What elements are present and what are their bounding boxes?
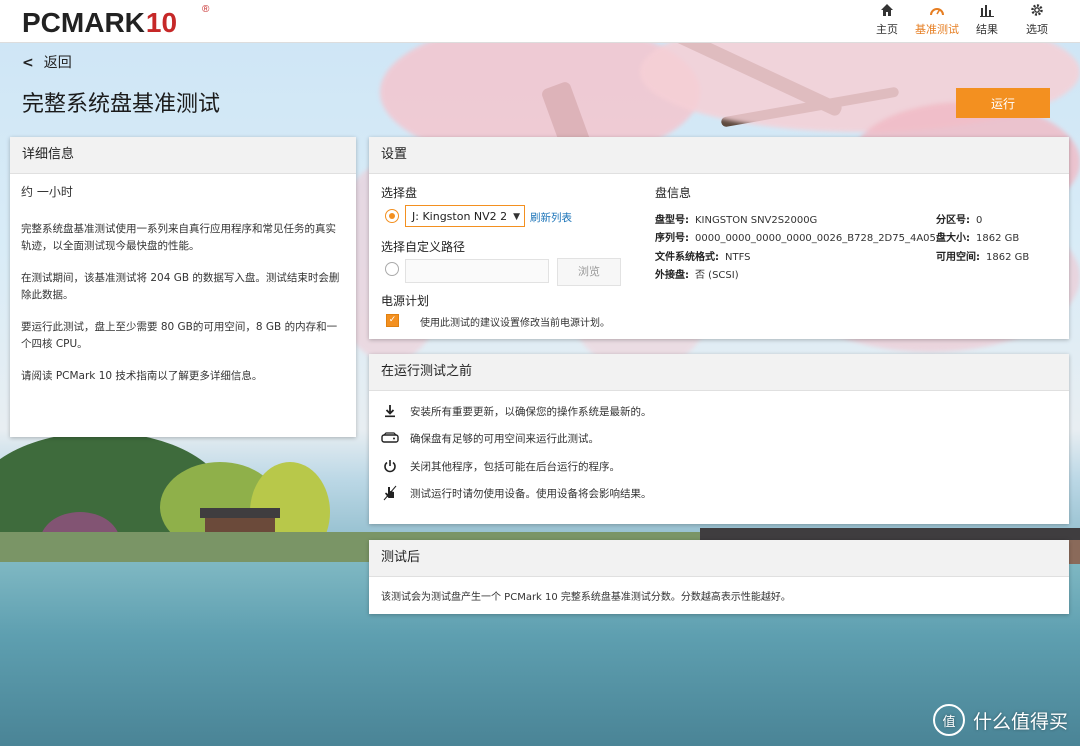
disk-size: 盘大小: 1862 GB [936,233,1020,244]
home-icon [862,2,912,22]
after-test-panel: 测试后 该测试会为测试盘产生一个 PCMark 10 完整系统盘基准测试分数。分… [369,540,1069,614]
select-drive-label: 选择盘 [381,186,418,200]
gear-icon [1012,2,1062,22]
bar-chart-icon [962,2,1012,22]
before-test-panel: 在运行测试之前 安装所有重要更新，以确保您的操作系统是最新的。 确保盘有足够的可… [369,354,1069,524]
custom-path-label: 选择自定义路径 [381,240,466,254]
after-test-heading: 测试后 [369,540,1069,577]
chevron-down-icon: ▼ [513,212,520,222]
drive-icon [381,429,399,447]
power-icon [381,457,399,475]
tip-text: 测试运行时请勿使用设备。使用设备将会影响结果。 [410,487,652,500]
run-button[interactable]: 运行 [956,88,1050,118]
disk-external: 外接盘: 否 (SCSI) [655,270,739,281]
no-touch-icon [381,484,399,502]
nav-home[interactable]: 主页 [862,2,912,38]
pcmark-logo: PCMARK10 ® [22,4,210,38]
back-label: 返回 [43,55,72,71]
nav-home-label: 主页 [876,23,898,36]
tip-text: 关闭其他程序，包括可能在后台运行的程序。 [410,460,620,473]
download-icon [381,402,399,420]
nav-benchmark-label: 基准测试 [915,23,959,36]
detail-paragraph: 请阅读 PCMark 10 技术指南以了解更多详细信息。 [21,370,263,382]
settings-heading: 设置 [369,137,1069,174]
back-link[interactable]: < 返回 [22,52,72,72]
refresh-list-link[interactable]: 刷新列表 [530,210,572,225]
browse-button[interactable]: 浏览 [557,258,621,286]
tip-text: 安装所有重要更新，以确保您的操作系统是最新的。 [410,405,652,418]
drive-select[interactable]: J: Kingston NV2 2 ▼ [405,205,525,227]
top-bar: PCMARK10 ® 主页 基准测试 结果 选项 [0,0,1080,43]
disk-serial: 序列号: 0000_0000_0000_0000_0026_B728_2D75_4… [655,233,940,244]
disk-info-heading: 盘信息 [655,186,692,200]
detail-paragraph: 要运行此测试，盘上至少需要 80 GB的可用空间，8 GB 的内存和一个四核 C… [21,321,338,350]
main-nav: 主页 基准测试 结果 选项 [862,2,1062,38]
nav-options[interactable]: 选项 [1012,2,1062,38]
detail-paragraph: 在测试期间，该基准测试将 204 GB 的数据写入盘。测试结束时会删除此数据。 [21,272,340,301]
details-panel: 详细信息 约 一小时 完整系统盘基准测试使用一系列来自真行应用程序和常见任务的真… [10,137,356,437]
power-plan-label: 电源计划 [381,294,430,308]
tip-item: 安装所有重要更新，以确保您的操作系统是最新的。 [381,402,652,420]
disk-filesystem: 文件系统格式: NTFS [655,252,751,263]
custom-path-radio[interactable] [385,262,399,276]
detail-paragraph: 完整系统盘基准测试使用一系列来自真行应用程序和常见任务的真实轨迹，以全面测试现今… [21,223,336,252]
site-watermark: 值 什么值得买 [932,704,1068,736]
drive-radio[interactable] [385,209,399,223]
tip-item: 测试运行时请勿使用设备。使用设备将会影响结果。 [381,484,652,502]
watermark-text: 什么值得买 [972,710,1068,733]
nav-results-label: 结果 [976,23,998,36]
nav-benchmark[interactable]: 基准测试 [912,2,962,38]
disk-partition: 分区号: 0 [936,215,983,226]
disk-model: 盘型号: KINGSTON SNV2S2000G [655,215,818,226]
page-title: 完整系统盘基准测试 [22,92,221,117]
drive-select-value: J: Kingston NV2 2 [412,210,508,223]
tip-text: 确保盘有足够的可用空间来运行此测试。 [410,432,599,445]
tip-item: 关闭其他程序，包括可能在后台运行的程序。 [381,457,620,475]
nav-results[interactable]: 结果 [962,2,1012,38]
power-plan-option: 使用此测试的建议设置修改当前电源计划。 [420,318,610,329]
power-plan-checkbox[interactable]: ✓ [386,314,399,327]
watermark-badge: 值 [932,704,965,736]
disk-free-space: 可用空间: 1862 GB [936,252,1030,263]
duration-text: 约 一小时 [21,185,73,199]
settings-panel: 设置 选择盘 J: Kingston NV2 2 ▼ 刷新列表 选择自定义路径 … [369,137,1069,339]
chevron-left-icon: < [22,55,34,71]
custom-path-input[interactable] [405,259,549,283]
after-test-text: 该测试会为测试盘产生一个 PCMark 10 完整系统盘基准测试分数。分数越高表… [381,592,791,603]
tip-item: 确保盘有足够的可用空间来运行此测试。 [381,429,599,447]
before-test-heading: 在运行测试之前 [369,354,1069,391]
gauge-icon [912,2,962,22]
nav-options-label: 选项 [1026,23,1048,36]
details-heading: 详细信息 [10,137,356,174]
